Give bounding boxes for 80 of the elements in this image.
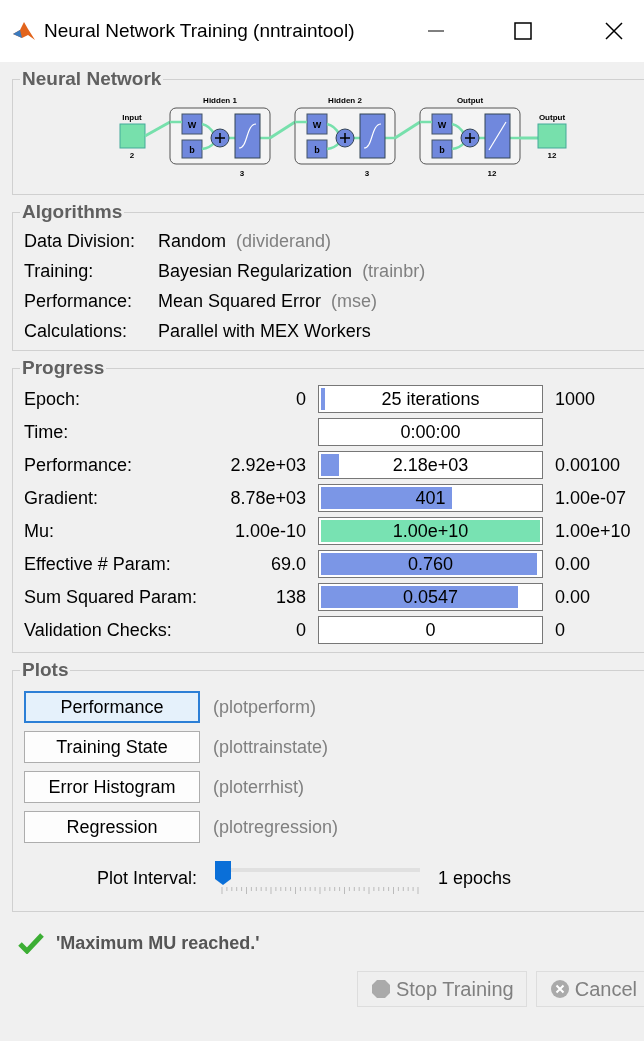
slider-thumb[interactable] [215, 861, 232, 885]
field-label: Performance: [24, 291, 134, 312]
maximum-value: 0.00 [555, 553, 592, 575]
status-message: 'Maximum MU reached.' [56, 932, 260, 954]
cancel-icon [550, 980, 569, 998]
layer-title: Output [456, 96, 484, 105]
layer-size: 3 [239, 169, 245, 178]
output-size: 12 [547, 151, 557, 160]
plot-button[interactable]: Regression [24, 811, 200, 843]
minimum-value: 2.92e+03 [229, 454, 306, 476]
progress-label: Epoch: [24, 388, 82, 410]
slider-reading: 1 epochs [438, 867, 512, 889]
plot-function-name: (plottrainstate) [213, 736, 329, 758]
field-label: Data Division: [24, 231, 137, 252]
panel-title: Algorithms [21, 201, 124, 223]
progress-label: Time: [24, 421, 70, 443]
minimum-value: 0 [295, 388, 306, 410]
plot-button[interactable]: Performance [24, 691, 200, 723]
output-node-icon [537, 123, 567, 149]
progress-value: 0.0547 [401, 586, 460, 609]
input-size: 2 [129, 151, 135, 160]
progress-label: Effective # Param: [24, 553, 172, 575]
close-icon[interactable] [604, 21, 624, 41]
input-node-icon [119, 123, 146, 149]
layer-size: 12 [487, 169, 497, 178]
panel-title: Progress [21, 357, 106, 379]
plot-function-name: (ploterrhist) [213, 776, 305, 798]
connector-line [520, 136, 538, 140]
minimum-value: 69.0 [269, 553, 306, 575]
maximum-value: 0 [555, 619, 566, 641]
progress-label: Sum Squared Param: [24, 586, 199, 608]
window-title: Neural Network Training (nntraintool) [44, 20, 356, 42]
field-label: Calculations: [24, 321, 129, 342]
plot-button[interactable]: Training State [24, 731, 200, 763]
field-value: Parallel with MEX Workers [158, 321, 372, 342]
layer-title: Hidden 1 [203, 96, 237, 105]
panel-title: Plots [21, 659, 70, 681]
maximum-value: 1.00e+10 [555, 520, 632, 542]
progress-value: 401 [414, 487, 447, 510]
bias-label: b [314, 145, 320, 155]
bias-label: b [439, 145, 445, 155]
bias-label: b [189, 145, 195, 155]
field-label: Training: [24, 261, 95, 282]
maximum-value: 1000 [555, 388, 597, 410]
progress-label: Gradient: [24, 487, 100, 509]
plot-function-name: (plotperform) [213, 696, 317, 718]
connector-line [394, 120, 421, 140]
minimum-value: 1.00e-10 [233, 520, 306, 542]
field-value: Bayesian Regularization (trainbr) [158, 261, 427, 282]
maximum-value: 1.00e-07 [555, 487, 628, 509]
panel-title: Neural Network [21, 68, 163, 90]
connector-line [144, 120, 171, 138]
weight-label: W [187, 120, 197, 130]
slider-label: Plot Interval: [97, 867, 198, 889]
layer-size: 3 [364, 169, 370, 178]
stop-sign-icon [371, 980, 390, 998]
minimum-value: 8.78e+03 [229, 487, 306, 509]
progress-label: Mu: [24, 520, 55, 542]
minimum-value: 0 [295, 619, 306, 641]
field-value: Random (dividerand) [158, 231, 333, 252]
input-label: Input [122, 113, 142, 122]
minimum-value: 138 [274, 586, 306, 608]
connector-line [269, 120, 296, 140]
progress-label: Performance: [24, 454, 134, 476]
progress-value: 25 iterations [380, 388, 481, 411]
maximize-icon[interactable] [514, 22, 532, 40]
progress-value: 2.18e+03 [391, 454, 470, 477]
plot-button[interactable]: Error Histogram [24, 771, 200, 803]
progress-value: 0.760 [406, 553, 454, 576]
progress-value: 1.00e+10 [391, 520, 470, 543]
weight-label: W [437, 120, 447, 130]
output-label: Output [538, 113, 566, 122]
maximum-value: 0.00100 [555, 454, 622, 476]
field-value: Mean Squared Error (mse) [158, 291, 379, 312]
progress-label: Validation Checks: [24, 619, 173, 641]
maximum-value: 0.00 [555, 586, 592, 608]
layer-title: Hidden 2 [328, 96, 362, 105]
plot-function-name: (plotregression) [213, 816, 339, 838]
weight-label: W [312, 120, 322, 130]
plot-interval-slider[interactable] [215, 861, 421, 895]
